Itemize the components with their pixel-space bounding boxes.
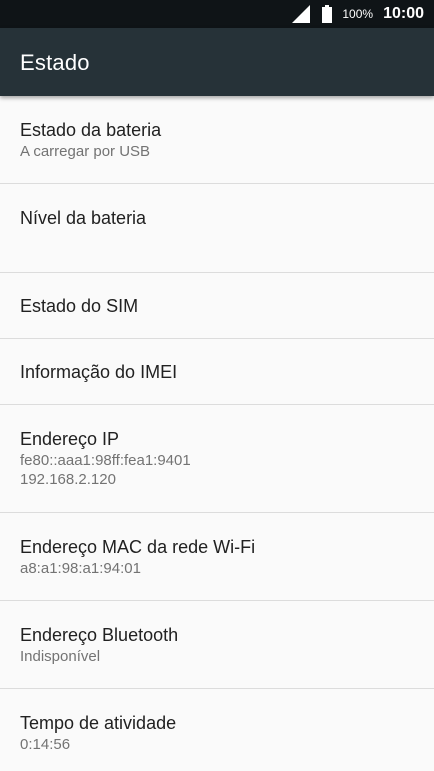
clock: 10:00 xyxy=(383,5,424,22)
item-title: Endereço IP xyxy=(20,429,120,449)
list-item-wifi-mac[interactable]: Endereço MAC da rede Wi-Fi a8:a1:98:a1:9… xyxy=(0,513,434,601)
item-subtitle: A carregar por USB xyxy=(20,143,151,160)
item-title: Nível da bateria xyxy=(20,208,147,228)
item-subtitle: a8:a1:98:a1:94:01 xyxy=(20,560,141,577)
list-item-uptime[interactable]: Tempo de atividade 0:14:56 xyxy=(0,689,434,771)
list-item-bluetooth-address[interactable]: Endereço Bluetooth Indisponível xyxy=(0,601,434,689)
signal-icon xyxy=(292,5,311,23)
battery-percent: 100% xyxy=(342,7,374,21)
list-item-imei-info[interactable]: Informação do IMEI xyxy=(0,339,434,405)
app-bar: Estado xyxy=(0,28,434,96)
item-subtitle: fe80::aaa1:98ff:fea1:9401 xyxy=(20,452,191,469)
status-list: Estado da bateria A carregar por USB Nív… xyxy=(0,96,434,771)
item-subtitle: 0:14:56 xyxy=(20,736,71,753)
battery-icon xyxy=(322,5,333,23)
item-title: Informação do IMEI xyxy=(20,362,178,382)
list-item-ip-address[interactable]: Endereço IP fe80::aaa1:98ff:fea1:9401 19… xyxy=(0,405,434,513)
item-title: Endereço Bluetooth xyxy=(20,625,179,645)
item-title: Estado da bateria xyxy=(20,120,162,140)
item-title: Estado do SIM xyxy=(20,296,139,316)
status-bar: 100% 10:00 xyxy=(0,0,434,28)
item-subtitle-2: 192.168.2.120 xyxy=(20,471,116,488)
item-subtitle: Indisponível xyxy=(20,648,101,665)
status-icons: 100% 10:00 xyxy=(292,0,424,28)
item-title: Tempo de atividade xyxy=(20,713,177,733)
list-item-sim-status[interactable]: Estado do SIM xyxy=(0,273,434,339)
item-title: Endereço MAC da rede Wi-Fi xyxy=(20,537,256,557)
page-title: Estado xyxy=(20,50,90,75)
list-item-battery-level[interactable]: Nível da bateria xyxy=(0,184,434,273)
list-item-battery-status[interactable]: Estado da bateria A carregar por USB xyxy=(0,96,434,184)
